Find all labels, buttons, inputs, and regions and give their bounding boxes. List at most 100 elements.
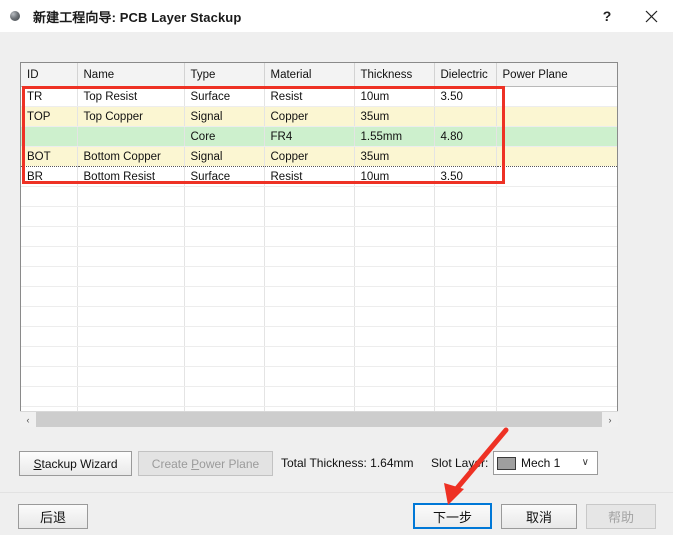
table-row-empty[interactable] <box>21 387 617 407</box>
cell-material[interactable]: Resist <box>264 167 354 187</box>
cell-empty[interactable] <box>496 387 617 407</box>
cell-empty[interactable] <box>21 247 77 267</box>
cell-id[interactable]: BOT <box>21 147 77 167</box>
cell-empty[interactable] <box>354 387 434 407</box>
cell-empty[interactable] <box>354 367 434 387</box>
table-row-empty[interactable] <box>21 247 617 267</box>
cell-empty[interactable] <box>184 287 264 307</box>
cell-empty[interactable] <box>434 367 496 387</box>
cell-dielectric[interactable] <box>434 107 496 127</box>
cell-empty[interactable] <box>184 367 264 387</box>
cell-empty[interactable] <box>77 367 184 387</box>
table-row[interactable]: BRBottom ResistSurfaceResist10um3.50 <box>21 167 617 187</box>
cell-empty[interactable] <box>77 187 184 207</box>
cell-material[interactable]: Copper <box>264 107 354 127</box>
cell-power-plane[interactable] <box>496 127 617 147</box>
cell-empty[interactable] <box>434 347 496 367</box>
cell-name[interactable]: Bottom Resist <box>77 167 184 187</box>
cell-empty[interactable] <box>434 287 496 307</box>
cell-thickness[interactable]: 35um <box>354 147 434 167</box>
cell-empty[interactable] <box>264 287 354 307</box>
cell-empty[interactable] <box>184 387 264 407</box>
table-row-empty[interactable] <box>21 367 617 387</box>
cell-material[interactable]: FR4 <box>264 127 354 147</box>
cell-empty[interactable] <box>354 207 434 227</box>
cell-empty[interactable] <box>21 327 77 347</box>
grid-horizontal-scrollbar[interactable]: ‹ › <box>20 411 618 427</box>
cell-empty[interactable] <box>264 367 354 387</box>
cell-empty[interactable] <box>21 287 77 307</box>
cell-empty[interactable] <box>354 347 434 367</box>
cell-thickness[interactable]: 10um <box>354 87 434 107</box>
table-row-empty[interactable] <box>21 227 617 247</box>
table-row[interactable]: TRTop ResistSurfaceResist10um3.50 <box>21 87 617 107</box>
cell-empty[interactable] <box>264 327 354 347</box>
cell-material[interactable]: Copper <box>264 147 354 167</box>
cell-empty[interactable] <box>264 307 354 327</box>
cell-id[interactable]: BR <box>21 167 77 187</box>
cell-empty[interactable] <box>354 327 434 347</box>
cell-empty[interactable] <box>434 227 496 247</box>
cell-empty[interactable] <box>21 367 77 387</box>
cell-power-plane[interactable] <box>496 107 617 127</box>
next-button[interactable]: 下一步 <box>413 503 492 529</box>
table-row[interactable]: BOTBottom CopperSignalCopper35um <box>21 147 617 167</box>
cell-type[interactable]: Core <box>184 127 264 147</box>
column-header-thickness[interactable]: Thickness <box>354 63 434 87</box>
cell-empty[interactable] <box>264 227 354 247</box>
cell-empty[interactable] <box>184 207 264 227</box>
cell-empty[interactable] <box>496 287 617 307</box>
cell-empty[interactable] <box>77 227 184 247</box>
cell-name[interactable]: Bottom Copper <box>77 147 184 167</box>
cell-empty[interactable] <box>77 247 184 267</box>
cell-empty[interactable] <box>496 327 617 347</box>
cell-empty[interactable] <box>496 187 617 207</box>
cell-empty[interactable] <box>496 207 617 227</box>
cell-empty[interactable] <box>496 267 617 287</box>
cell-empty[interactable] <box>184 247 264 267</box>
cell-empty[interactable] <box>354 307 434 327</box>
cell-empty[interactable] <box>434 187 496 207</box>
help-icon[interactable]: ? <box>585 0 629 32</box>
cell-empty[interactable] <box>77 387 184 407</box>
column-header-name[interactable]: Name <box>77 63 184 87</box>
cell-dielectric[interactable]: 4.80 <box>434 127 496 147</box>
stackup-wizard-button[interactable]: Stackup Wizard <box>19 451 132 476</box>
table-row[interactable]: CoreFR41.55mm4.80 <box>21 127 617 147</box>
cell-thickness[interactable]: 1.55mm <box>354 127 434 147</box>
table-row[interactable]: TOPTop CopperSignalCopper35um <box>21 107 617 127</box>
cell-empty[interactable] <box>264 267 354 287</box>
cell-empty[interactable] <box>184 267 264 287</box>
scrollbar-thumb[interactable] <box>36 412 602 427</box>
cell-empty[interactable] <box>184 187 264 207</box>
cell-empty[interactable] <box>354 287 434 307</box>
cell-empty[interactable] <box>77 207 184 227</box>
cell-power-plane[interactable] <box>496 87 617 107</box>
cell-empty[interactable] <box>496 367 617 387</box>
cell-type[interactable]: Signal <box>184 147 264 167</box>
slot-layer-dropdown[interactable]: Mech 1 ∨ <box>493 451 598 475</box>
cell-empty[interactable] <box>264 187 354 207</box>
table-row-empty[interactable] <box>21 207 617 227</box>
cell-thickness[interactable]: 10um <box>354 167 434 187</box>
scroll-right-arrow-icon[interactable]: › <box>602 412 618 427</box>
cell-empty[interactable] <box>434 327 496 347</box>
cell-empty[interactable] <box>184 327 264 347</box>
cell-empty[interactable] <box>264 247 354 267</box>
cell-dielectric[interactable]: 3.50 <box>434 167 496 187</box>
cell-empty[interactable] <box>21 387 77 407</box>
cell-empty[interactable] <box>434 267 496 287</box>
cell-empty[interactable] <box>264 387 354 407</box>
cell-empty[interactable] <box>77 267 184 287</box>
cell-empty[interactable] <box>354 187 434 207</box>
cell-empty[interactable] <box>21 347 77 367</box>
cell-empty[interactable] <box>184 307 264 327</box>
layer-stackup-grid[interactable]: ID Name Type Material Thickness Dielectr… <box>20 62 618 427</box>
cell-empty[interactable] <box>184 347 264 367</box>
cell-type[interactable]: Surface <box>184 87 264 107</box>
scrollbar-track[interactable] <box>36 412 602 427</box>
table-row-empty[interactable] <box>21 307 617 327</box>
cell-empty[interactable] <box>496 247 617 267</box>
cell-empty[interactable] <box>354 247 434 267</box>
cell-id[interactable]: TR <box>21 87 77 107</box>
